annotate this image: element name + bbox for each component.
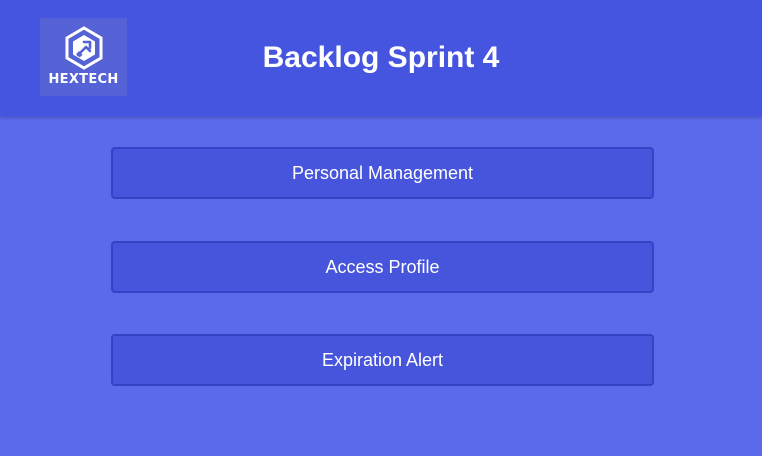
expiration-alert-button[interactable]: Expiration Alert xyxy=(111,334,654,386)
app-header: HEXTECH Backlog Sprint 4 xyxy=(0,0,762,116)
personal-management-button[interactable]: Personal Management xyxy=(111,147,654,199)
page-title: Backlog Sprint 4 xyxy=(262,41,500,74)
access-profile-button[interactable]: Access Profile xyxy=(111,241,654,293)
